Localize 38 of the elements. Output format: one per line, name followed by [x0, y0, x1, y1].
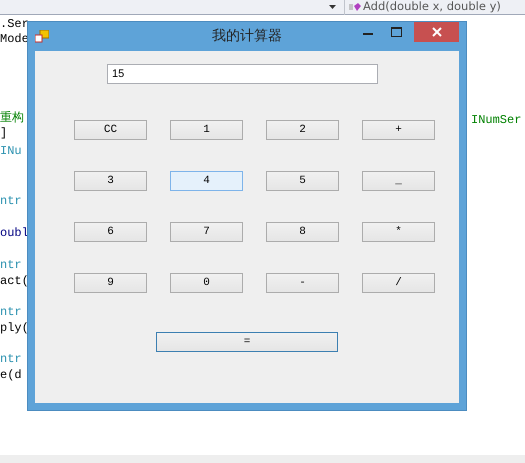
calculator-button[interactable]: 1: [170, 120, 243, 140]
display-field[interactable]: 15: [107, 64, 378, 84]
window-title: 我的计算器: [212, 27, 282, 46]
code-line: ply(: [0, 321, 29, 336]
code-line: ntr: [0, 305, 22, 320]
calculator-button[interactable]: 5: [266, 171, 339, 191]
code-line: 重构: [0, 111, 24, 126]
calculator-button[interactable]: 0: [170, 273, 243, 293]
calculator-button[interactable]: -: [266, 273, 339, 293]
calculator-button[interactable]: 6: [74, 222, 147, 242]
calculator-button[interactable]: _: [362, 171, 435, 191]
close-button[interactable]: [414, 22, 459, 42]
calculator-button[interactable]: 9: [74, 273, 147, 293]
dropdown-arrow-icon[interactable]: [329, 5, 336, 9]
close-icon: [432, 27, 442, 37]
code-line: ]: [0, 126, 8, 142]
code-line: act(: [0, 274, 29, 290]
app-icon: [35, 30, 49, 43]
code-line: ntr: [0, 194, 22, 210]
code-line: INumSer: [471, 112, 522, 129]
calculator-button[interactable]: 4: [170, 171, 243, 191]
maximize-icon: [390, 27, 402, 37]
calculator-button[interactable]: 3: [74, 171, 147, 191]
calculator-button[interactable]: =: [156, 332, 338, 352]
code-line: ntr: [0, 258, 22, 274]
calculator-button[interactable]: *: [362, 222, 435, 242]
code-line: e(d: [0, 368, 22, 384]
calculator-button[interactable]: 2: [266, 120, 339, 140]
code-line: Mode: [0, 32, 29, 48]
code-line: ntr: [0, 352, 22, 368]
calculator-button[interactable]: +: [362, 120, 435, 140]
calculator-button[interactable]: CC: [74, 120, 147, 140]
code-line: INu: [0, 144, 22, 160]
calculator-button[interactable]: 7: [170, 222, 243, 242]
method-icon: [349, 2, 361, 12]
code-line: oubl: [0, 226, 29, 242]
calculator-button[interactable]: 8: [266, 222, 339, 242]
calculator-button[interactable]: /: [362, 273, 435, 293]
